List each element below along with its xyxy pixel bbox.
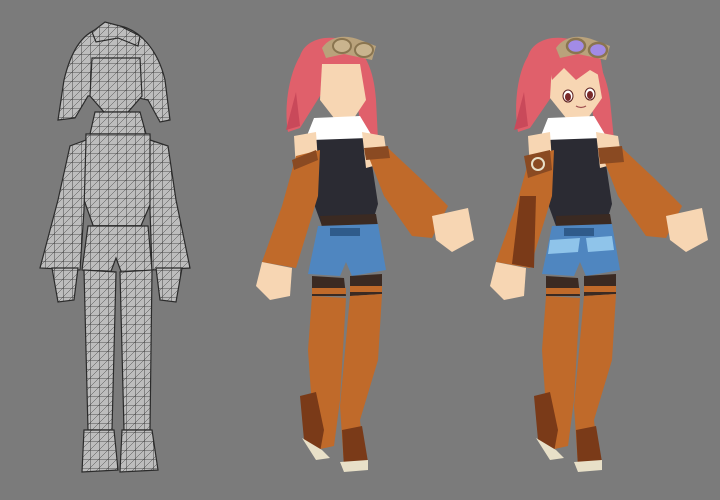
- wire-collar: [89, 111, 147, 135]
- wire-boot-left: [81, 429, 119, 473]
- wire-face: [89, 57, 143, 113]
- wire-boot-right: [119, 429, 159, 473]
- model-sheet: [0, 0, 720, 500]
- wire-leg-left: [83, 269, 117, 431]
- wire-leg-right: [119, 269, 153, 431]
- wire-torso: [83, 133, 153, 229]
- render-viewport: [0, 0, 720, 500]
